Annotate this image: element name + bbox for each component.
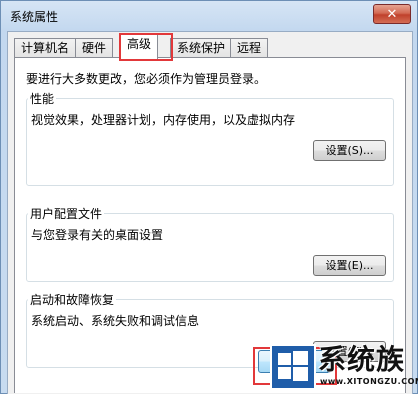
windows-logo-icon xyxy=(270,344,316,390)
tab-computer-name[interactable]: 计算机名 xyxy=(14,38,77,58)
user-profiles-group: 用户配置文件 与您登录有关的桌面设置 设置(E)... xyxy=(26,205,394,282)
performance-settings-button[interactable]: 设置(S)... xyxy=(313,140,386,161)
user-profiles-title: 用户配置文件 xyxy=(28,205,105,222)
performance-description: 视觉效果，处理器计划，内存使用，以及虚拟内存 xyxy=(31,113,296,127)
window-title: 系统属性 xyxy=(10,10,59,24)
startup-recovery-description: 系统启动、系统失败和调试信息 xyxy=(31,314,200,328)
user-profiles-settings-button[interactable]: 设置(E)... xyxy=(313,255,386,276)
tab-advanced[interactable]: 高级 xyxy=(120,34,159,59)
startup-recovery-title: 启动和故障恢复 xyxy=(28,291,117,308)
admin-notice: 要进行大多数更改，您必须作为管理员登录。 xyxy=(26,72,267,86)
system-properties-window: 系统属性 ✕ 计算机名 硬件 高级 系统保护 远程 要进行大多数更改，您必须作为… xyxy=(0,0,418,394)
watermark-logo: 系统族 www.XITONGZU.COM xyxy=(270,343,418,392)
tab-remote[interactable]: 远程 xyxy=(230,38,269,58)
performance-group: 性能 视觉效果，处理器计划，内存使用，以及虚拟内存 设置(S)... xyxy=(26,90,394,186)
close-button[interactable]: ✕ xyxy=(373,4,411,24)
watermark-url: www.XITONGZU.COM xyxy=(320,377,418,386)
performance-title: 性能 xyxy=(28,90,57,107)
tab-hardware[interactable]: 硬件 xyxy=(75,38,114,58)
tab-system-protection[interactable]: 系统保护 xyxy=(170,38,233,58)
user-profiles-description: 与您登录有关的桌面设置 xyxy=(31,228,164,242)
watermark-text: 系统族 xyxy=(318,343,406,376)
dialog-client-area: 计算机名 硬件 高级 系统保护 远程 要进行大多数更改，您必须作为管理员登录。 … xyxy=(7,31,413,394)
close-icon: ✕ xyxy=(386,6,398,22)
title-bar[interactable]: 系统属性 ✕ xyxy=(1,1,417,29)
